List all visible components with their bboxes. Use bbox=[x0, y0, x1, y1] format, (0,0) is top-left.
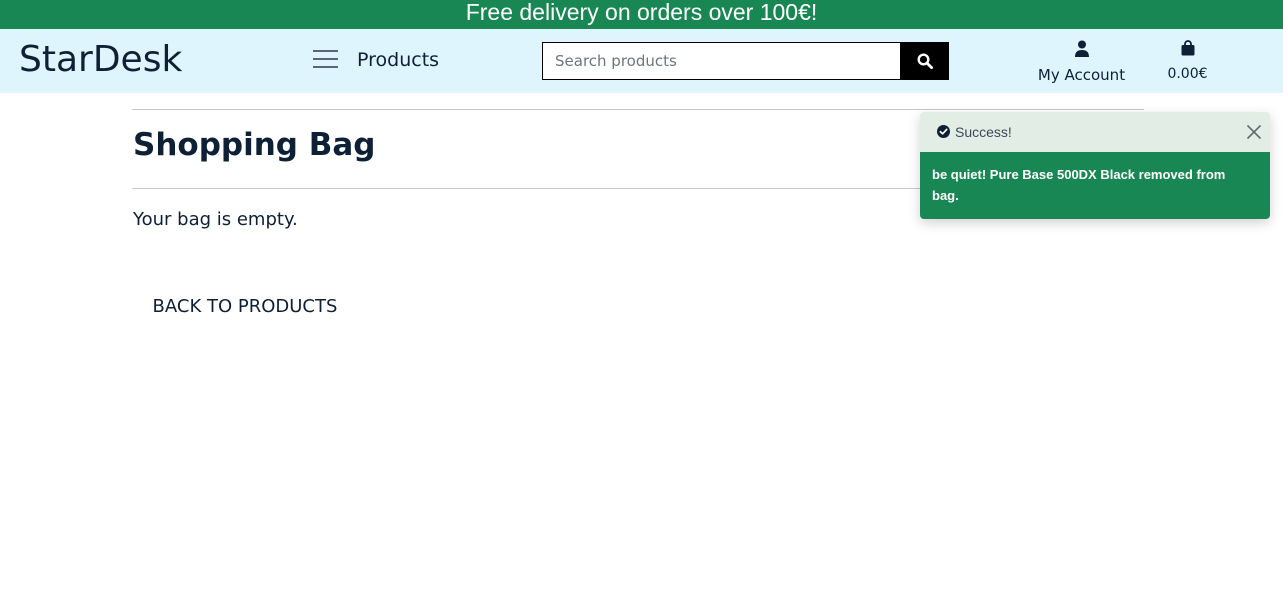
nav-products-link[interactable]: Products bbox=[357, 48, 439, 72]
search-icon bbox=[916, 53, 933, 69]
success-toast: Success! be quiet! Pure Base 500DX Black… bbox=[920, 112, 1270, 219]
toast-message: be quiet! Pure Base 500DX Black removed … bbox=[920, 152, 1270, 219]
site-logo[interactable]: StarDesk bbox=[19, 39, 182, 81]
back-to-products-button[interactable]: BACK TO PRODUCTS bbox=[133, 290, 357, 324]
close-icon[interactable] bbox=[1246, 124, 1262, 140]
search-button[interactable] bbox=[900, 42, 949, 80]
search-input[interactable] bbox=[542, 42, 900, 80]
shopping-bag-link[interactable]: 0.00€ bbox=[1160, 40, 1215, 84]
page-title: Shopping Bag bbox=[133, 127, 376, 163]
navbar: StarDesk Products My Account 0.00€ bbox=[0, 29, 1283, 93]
delivery-banner: Free delivery on orders over 100€! bbox=[0, 0, 1283, 29]
divider-top bbox=[132, 109, 1144, 110]
delivery-banner-text: Free delivery on orders over 100€! bbox=[465, 0, 818, 25]
shopping-bag-icon bbox=[1181, 40, 1194, 56]
hamburger-menu-icon[interactable] bbox=[313, 50, 339, 72]
my-account-link[interactable]: My Account bbox=[1035, 40, 1128, 84]
user-icon bbox=[1074, 40, 1089, 57]
check-circle-icon bbox=[937, 125, 950, 138]
empty-bag-message: Your bag is empty. bbox=[133, 209, 298, 230]
my-account-label: My Account bbox=[1037, 66, 1126, 84]
toast-header: Success! bbox=[920, 112, 1270, 152]
search-form bbox=[542, 42, 949, 80]
bag-total: 0.00€ bbox=[1167, 66, 1208, 82]
toast-title: Success! bbox=[955, 124, 1012, 140]
